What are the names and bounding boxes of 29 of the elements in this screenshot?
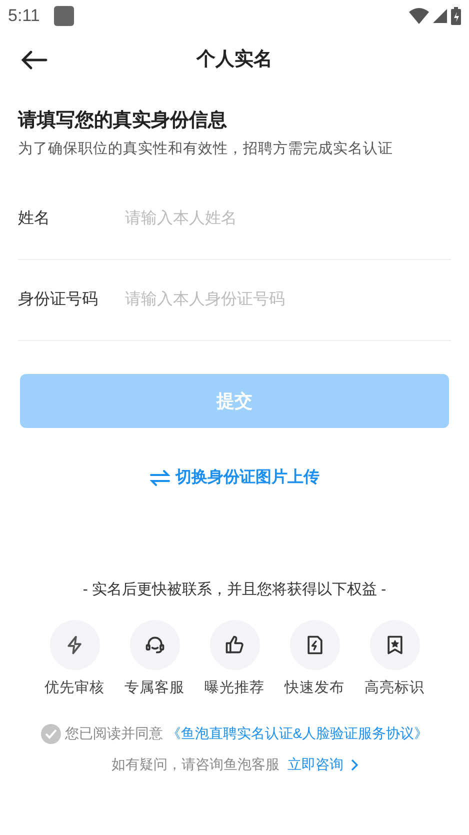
benefit-label: 优先审核 [44, 678, 104, 698]
input-field[interactable]: 请输入本人姓名 [125, 207, 451, 231]
agreement-text: 您已阅读并同意 [64, 724, 163, 744]
benefit-label: 专属客服 [124, 678, 184, 698]
wifi-icon [409, 8, 429, 24]
field-label: 姓名 [18, 209, 51, 229]
benefit-label: 曝光推荐 [204, 678, 264, 698]
notification-icon [54, 6, 74, 26]
help-text: 如有疑问，请咨询鱼泡客服 [112, 755, 280, 774]
status-time: 5:11 [8, 5, 40, 28]
swap-icon [150, 470, 170, 486]
chevron-right-icon [350, 758, 358, 771]
benefit-label: 高亮标识 [364, 678, 424, 698]
switch-upload-link[interactable]: 切换身份证图片上传 [150, 466, 320, 490]
agreement-link[interactable]: 《鱼泡直聘实名认证&人脸验证服务协议》 [166, 723, 428, 744]
battery-icon [451, 7, 461, 25]
check-icon [44, 728, 57, 739]
back-arrow-icon [20, 50, 48, 70]
signal-icon [433, 9, 447, 23]
form-subtitle: 为了确保职位的真实性和有效性，招聘方需完成实名认证 [18, 140, 394, 159]
page-title: 个人实名 [196, 48, 272, 72]
benefit-label: 快速发布 [284, 678, 344, 698]
agree-checkbox[interactable] [40, 724, 61, 744]
input-field[interactable]: 请输入本人身份证号码 [125, 288, 451, 312]
form-heading: 请填写您的真实身份信息 [18, 108, 228, 133]
thumbs-up-icon [224, 634, 246, 656]
field-label: 身份证号码 [18, 290, 99, 310]
consult-link[interactable]: 立即咨询 [288, 754, 358, 776]
benefits-title: - 实名后更快被联系，并且您将获得以下权益 - [82, 580, 388, 600]
